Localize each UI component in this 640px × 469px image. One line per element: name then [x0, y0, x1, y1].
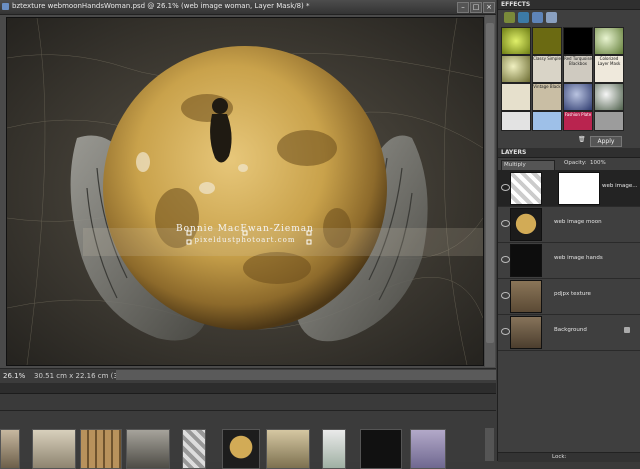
- layer-thumbnail: [510, 244, 542, 277]
- effect-tile-colorized[interactable]: Colorized Layer Mask: [594, 55, 624, 83]
- photo-effects-icon[interactable]: [532, 12, 543, 23]
- composite-image: Bonnie MacEwan-Zieman pixeldustphotoart.…: [7, 18, 483, 365]
- all-effects-icon[interactable]: [546, 12, 557, 23]
- document-title: bztexture webmoonHandsWoman.psd @ 26.1% …: [12, 2, 310, 10]
- layer-name: web image...: [602, 183, 638, 189]
- bin-scrollbar[interactable]: [485, 428, 494, 461]
- bin-thumbnail[interactable]: [80, 429, 122, 469]
- bin-thumbnail[interactable]: [32, 429, 76, 469]
- effect-tile-classy[interactable]: Classy Simple: [532, 55, 562, 83]
- effect-tile[interactable]: [501, 83, 531, 111]
- effect-tile[interactable]: [594, 83, 624, 111]
- layer-styles-icon[interactable]: [518, 12, 529, 23]
- bin-thumbnail[interactable]: [360, 429, 402, 469]
- layer-row[interactable]: Background: [498, 314, 640, 351]
- effect-tile[interactable]: [501, 27, 531, 55]
- lock-label: Lock:: [552, 454, 567, 460]
- opacity-value[interactable]: 100%: [590, 160, 606, 166]
- layer-row[interactable]: web image moon: [498, 206, 640, 243]
- visibility-eye-icon[interactable]: [501, 184, 510, 191]
- lock-icon: [624, 327, 630, 333]
- project-bin: [0, 410, 496, 469]
- maximize-button[interactable]: □: [470, 2, 482, 13]
- effect-tile-label: Colorized Layer Mask: [597, 56, 621, 66]
- layer-row[interactable]: pdjpx texture: [498, 278, 640, 315]
- vertical-scroll-thumb[interactable]: [486, 23, 494, 343]
- effect-tile-vintage[interactable]: Vintage Black: [532, 83, 562, 111]
- effect-tile-fashion[interactable]: Fashion Plate: [563, 111, 593, 131]
- effect-tile[interactable]: [594, 27, 624, 55]
- visibility-eye-icon[interactable]: [501, 292, 510, 299]
- watermark-url: pixeldustphotoart.com: [194, 236, 295, 244]
- bin-thumbnail[interactable]: [0, 429, 20, 469]
- effect-tile[interactable]: [532, 27, 562, 55]
- document-icon: [2, 3, 9, 10]
- document-window: bztexture webmoonHandsWoman.psd @ 26.1% …: [0, 0, 496, 383]
- layer-name: Background: [554, 327, 587, 333]
- effects-panel-header[interactable]: EFFECTS: [498, 0, 640, 10]
- layer-thumbnail: [510, 208, 542, 241]
- opacity-label: Opacity:: [564, 160, 587, 166]
- document-title-bar[interactable]: bztexture webmoonHandsWoman.psd @ 26.1% …: [0, 0, 496, 15]
- minimize-button[interactable]: –: [457, 2, 469, 13]
- effect-tile-redturquoise[interactable]: Red Turquoise Blackbox: [563, 55, 593, 83]
- watermark-name: Bonnie MacEwan-Zieman: [176, 224, 314, 234]
- layer-name: web image hands: [554, 255, 603, 261]
- effect-tile[interactable]: [501, 111, 531, 131]
- vertical-scrollbar[interactable]: [485, 15, 495, 367]
- layer-name: web image moon: [554, 219, 602, 225]
- visibility-eye-icon[interactable]: [501, 220, 510, 227]
- visibility-eye-icon[interactable]: [501, 256, 510, 263]
- layer-thumbnail: [510, 280, 542, 313]
- zoom-level[interactable]: 26.1%: [3, 372, 25, 380]
- horizontal-scrollbar[interactable]: [116, 370, 496, 380]
- layer-thumbnail: [510, 316, 542, 349]
- effect-tile[interactable]: [563, 83, 593, 111]
- trash-icon[interactable]: 🗑: [578, 136, 586, 143]
- layer-name: pdjpx texture: [554, 291, 591, 297]
- dock-divider: [0, 383, 496, 394]
- panels-column: EFFECTS Classy Simple Red Turquoise Blac…: [497, 0, 640, 462]
- effect-tile[interactable]: [501, 55, 531, 83]
- layer-mask-thumbnail[interactable]: [558, 172, 600, 205]
- close-button[interactable]: ×: [483, 2, 495, 13]
- effect-tile[interactable]: [594, 111, 624, 131]
- effect-tile[interactable]: [532, 111, 562, 131]
- apply-button[interactable]: Apply: [590, 136, 622, 147]
- bin-thumbnail[interactable]: [266, 429, 310, 469]
- image-canvas[interactable]: Bonnie MacEwan-Zieman pixeldustphotoart.…: [6, 17, 484, 366]
- layer-row[interactable]: web image hands: [498, 242, 640, 279]
- bin-thumbnail[interactable]: [126, 429, 170, 469]
- effect-tile-label: Vintage Black: [533, 84, 561, 89]
- layers-panel-header[interactable]: LAYERS: [498, 148, 640, 158]
- effect-tile-label: Fashion Plate: [564, 112, 592, 117]
- bin-thumbnail[interactable]: [182, 429, 206, 469]
- visibility-eye-icon[interactable]: [501, 328, 510, 335]
- effect-tile[interactable]: [563, 27, 593, 55]
- layer-row[interactable]: web image...: [498, 170, 640, 207]
- layer-thumbnail: [510, 172, 542, 205]
- effect-tile-label: Classy Simple: [533, 56, 561, 61]
- bin-thumbnail[interactable]: [222, 429, 260, 469]
- bin-thumbnail[interactable]: [322, 429, 346, 469]
- dock-toolbar: [0, 394, 496, 408]
- filters-icon[interactable]: [504, 12, 515, 23]
- effect-tile-label: Red Turquoise Blackbox: [564, 56, 592, 66]
- bin-thumbnail[interactable]: [410, 429, 446, 469]
